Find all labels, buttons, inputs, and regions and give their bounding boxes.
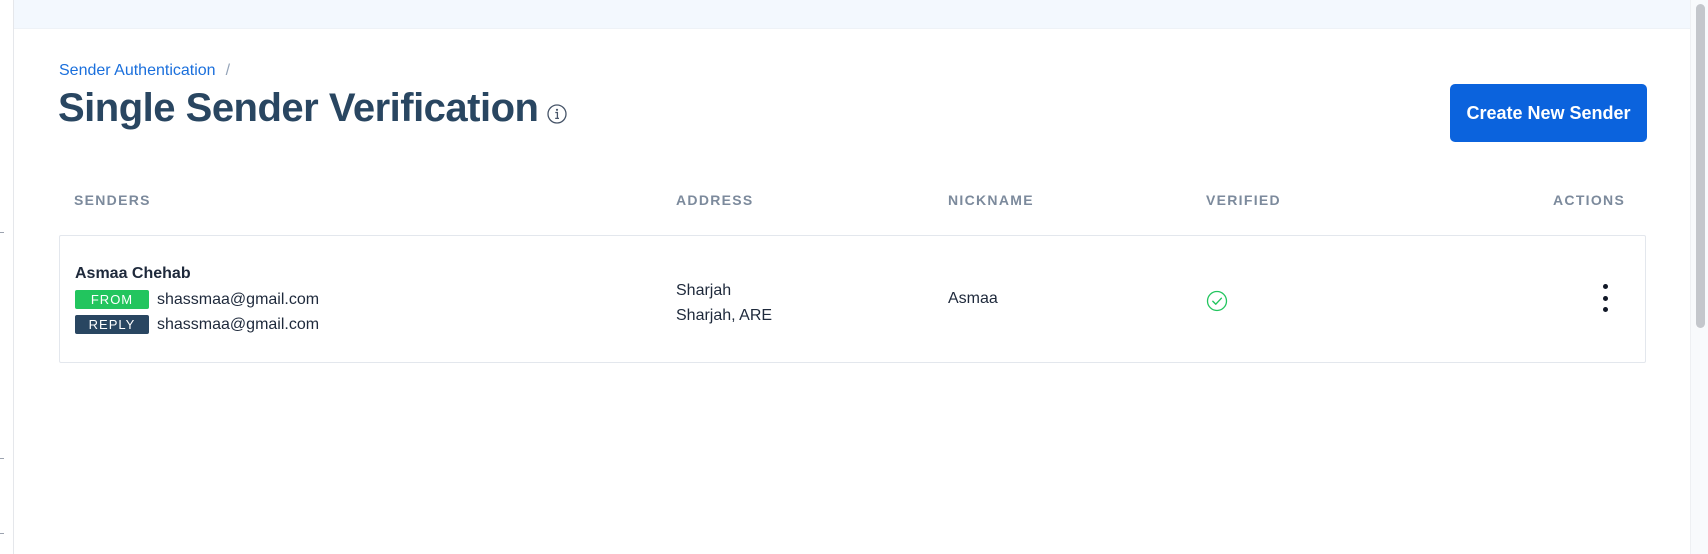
page-title: Single Sender Verification bbox=[58, 86, 539, 130]
top-banner-strip bbox=[14, 0, 1691, 29]
sender-nickname: Asmaa bbox=[948, 290, 998, 307]
app-root: Sender Authentication / Single Sender Ve… bbox=[0, 0, 1708, 554]
from-email-line: FROM shassmaa@gmail.com bbox=[75, 290, 319, 309]
vertical-scrollbar[interactable] bbox=[1690, 0, 1708, 554]
column-header-senders: SENDERS bbox=[74, 192, 151, 208]
reply-badge: REPLY bbox=[75, 315, 149, 334]
column-header-nickname: NICKNAME bbox=[948, 192, 1034, 208]
reply-email: shassmaa@gmail.com bbox=[157, 315, 320, 333]
more-dot-middle bbox=[1602, 295, 1608, 301]
more-dot-top bbox=[1602, 284, 1608, 289]
table-row: Asmaa Chehab FROM shassmaa@gmail.com REP… bbox=[59, 235, 1646, 363]
sender-address: Sharjah Sharjah, ARE bbox=[676, 278, 772, 328]
more-vertical-icon[interactable] bbox=[1597, 282, 1613, 314]
reply-email-line: REPLY shassmaa@gmail.com bbox=[75, 315, 319, 334]
scrollbar-thumb[interactable] bbox=[1696, 4, 1705, 328]
breadcrumb-separator: / bbox=[225, 62, 231, 79]
column-header-address: ADDRESS bbox=[676, 192, 754, 208]
sender-name: Asmaa Chehab bbox=[75, 265, 191, 282]
column-header-actions: ACTIONS bbox=[1553, 192, 1626, 208]
from-email: shassmaa@gmail.com bbox=[157, 290, 320, 308]
from-badge: FROM bbox=[75, 290, 149, 309]
more-dot-bottom bbox=[1602, 307, 1608, 312]
breadcrumb: Sender Authentication / bbox=[59, 62, 230, 80]
breadcrumb-link-sender-authentication[interactable]: Sender Authentication bbox=[59, 62, 216, 80]
address-line-2: Sharjah, ARE bbox=[676, 307, 773, 324]
create-new-sender-button[interactable]: Create New Sender bbox=[1450, 84, 1647, 142]
left-panel-border bbox=[13, 0, 14, 554]
page-title-row: Single Sender Verification bbox=[58, 86, 568, 131]
info-circle-icon[interactable] bbox=[546, 103, 568, 125]
address-line-1: Sharjah bbox=[676, 282, 732, 299]
column-header-verified: VERIFIED bbox=[1206, 192, 1281, 208]
check-circle-icon bbox=[1206, 290, 1228, 312]
